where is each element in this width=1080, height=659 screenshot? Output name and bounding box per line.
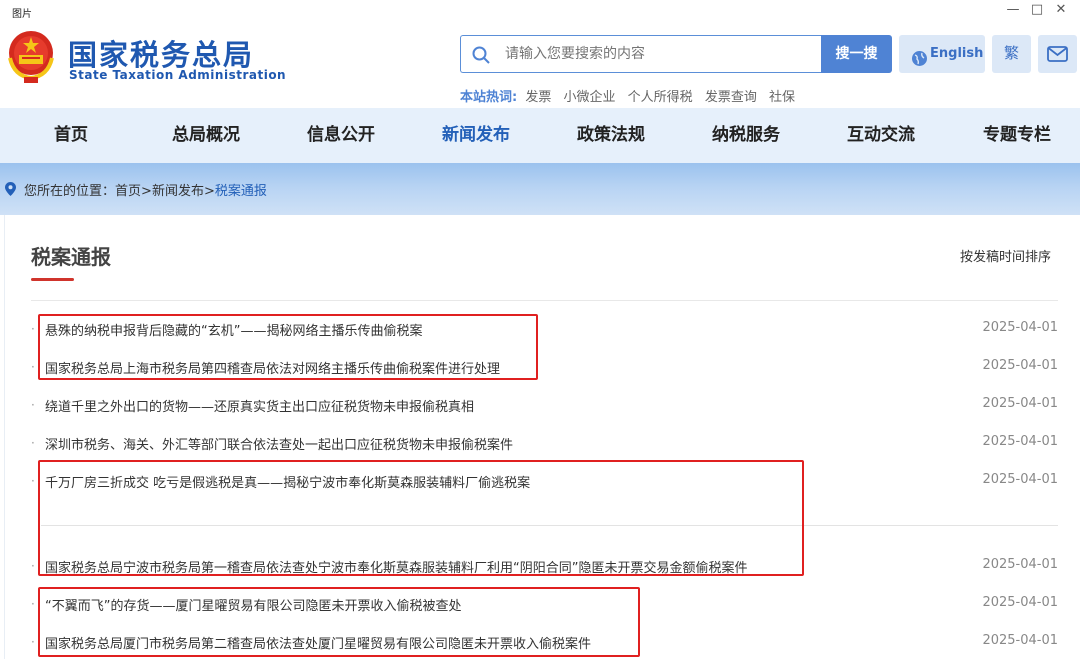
nav-item-special-topics[interactable]: 专题专栏: [967, 108, 1067, 163]
window-title: 图片: [12, 9, 32, 20]
traditional-chinese-button[interactable]: 繁: [992, 35, 1031, 73]
list-bullet: ·: [31, 635, 35, 649]
search-icon: [471, 45, 491, 69]
hot-word-link[interactable]: 社保: [769, 90, 795, 105]
section-title-underline: [31, 278, 74, 281]
article-date: 2025-04-01: [982, 595, 1058, 610]
main-nav: 首页 总局概况 信息公开 新闻发布 政策法规 纳税服务 互动交流 专题专栏: [0, 108, 1080, 163]
article-date: 2025-04-01: [982, 472, 1058, 487]
nav-item-tax-service[interactable]: 纳税服务: [696, 108, 796, 163]
list-bullet: ·: [31, 474, 35, 488]
english-label: English: [930, 46, 984, 61]
article-title-link[interactable]: 绕道千里之外出口的货物——还原真实货主出口应征税货物未申报偷税真相: [45, 396, 474, 415]
highlight-box: [38, 460, 804, 576]
nav-item-policy[interactable]: 政策法规: [561, 108, 661, 163]
breadcrumb-home[interactable]: 首页: [115, 184, 141, 199]
hot-words: 本站热词: 发票 小微企业 个人所得税 发票查询 社保: [460, 86, 803, 105]
search-button[interactable]: 搜一搜: [821, 35, 892, 73]
globe-icon: [911, 45, 928, 83]
article-date: 2025-04-01: [982, 320, 1058, 335]
hot-word-link[interactable]: 个人所得税: [628, 90, 693, 105]
mail-button[interactable]: [1038, 35, 1077, 73]
article-date: 2025-04-01: [982, 633, 1058, 648]
mail-icon: [1047, 46, 1068, 62]
breadcrumb-separator: >: [141, 184, 152, 199]
list-bullet: ·: [31, 398, 35, 412]
hot-word-link[interactable]: 发票查询: [705, 90, 757, 105]
list-divider: [31, 300, 1058, 301]
breadcrumb: 您所在的位置：首页>新闻发布>税案通报: [0, 163, 1080, 215]
highlight-box: [38, 314, 538, 380]
list-bullet: ·: [31, 360, 35, 374]
breadcrumb-label: 您所在的位置：: [24, 184, 116, 199]
breadcrumb-current[interactable]: 税案通报: [215, 184, 267, 199]
location-pin-icon: [5, 181, 16, 200]
list-bullet: ·: [31, 436, 35, 450]
highlight-box: [38, 587, 640, 657]
article-date: 2025-04-01: [982, 434, 1058, 449]
close-button[interactable]: ✕: [1050, 2, 1072, 17]
list-bullet: ·: [31, 322, 35, 336]
nav-item-info-disclosure[interactable]: 信息公开: [291, 108, 391, 163]
article-date: 2025-04-01: [982, 396, 1058, 411]
maximize-button[interactable]: □: [1026, 2, 1048, 17]
nav-item-overview[interactable]: 总局概况: [156, 108, 256, 163]
list-bullet: ·: [31, 597, 35, 611]
window-titlebar: 图片 — □ ✕: [0, 0, 1080, 22]
site-logo-english: State Taxation Administration: [69, 68, 287, 82]
article-date: 2025-04-01: [982, 557, 1058, 572]
breadcrumb-news[interactable]: 新闻发布: [152, 184, 204, 199]
nav-item-interaction[interactable]: 互动交流: [831, 108, 931, 163]
sort-by-date-button[interactable]: 按发稿时间排序: [960, 246, 1051, 265]
section-title: 税案通报: [31, 245, 111, 269]
breadcrumb-trail: 您所在的位置：首页>新闻发布>税案通报: [24, 180, 267, 199]
nav-item-news[interactable]: 新闻发布: [426, 108, 526, 163]
hot-word-link[interactable]: 小微企业: [564, 90, 616, 105]
minimize-button[interactable]: —: [1002, 2, 1024, 17]
list-bullet: ·: [31, 559, 35, 573]
article-date: 2025-04-01: [982, 358, 1058, 373]
emblem-icon[interactable]: [4, 28, 58, 84]
article-title-link[interactable]: 深圳市税务、海关、外汇等部门联合依法查处一起出口应征税货物未申报偷税案件: [45, 434, 513, 453]
hot-words-label: 本站热词:: [460, 90, 518, 105]
breadcrumb-separator: >: [203, 184, 215, 199]
nav-item-home[interactable]: 首页: [21, 108, 121, 163]
search-input[interactable]: [505, 44, 805, 64]
list-item[interactable]: · 绕道千里之外出口的货物——还原真实货主出口应征税货物未申报偷税真相 2025…: [31, 394, 1058, 416]
english-button[interactable]: English: [899, 35, 985, 73]
site-header: 国家税务总局 State Taxation Administration 搜一搜…: [0, 22, 1080, 108]
search-box: [460, 35, 822, 73]
list-item[interactable]: · 深圳市税务、海关、外汇等部门联合依法查处一起出口应征税货物未申报偷税案件 2…: [31, 432, 1058, 454]
hot-word-link[interactable]: 发票: [525, 90, 551, 105]
